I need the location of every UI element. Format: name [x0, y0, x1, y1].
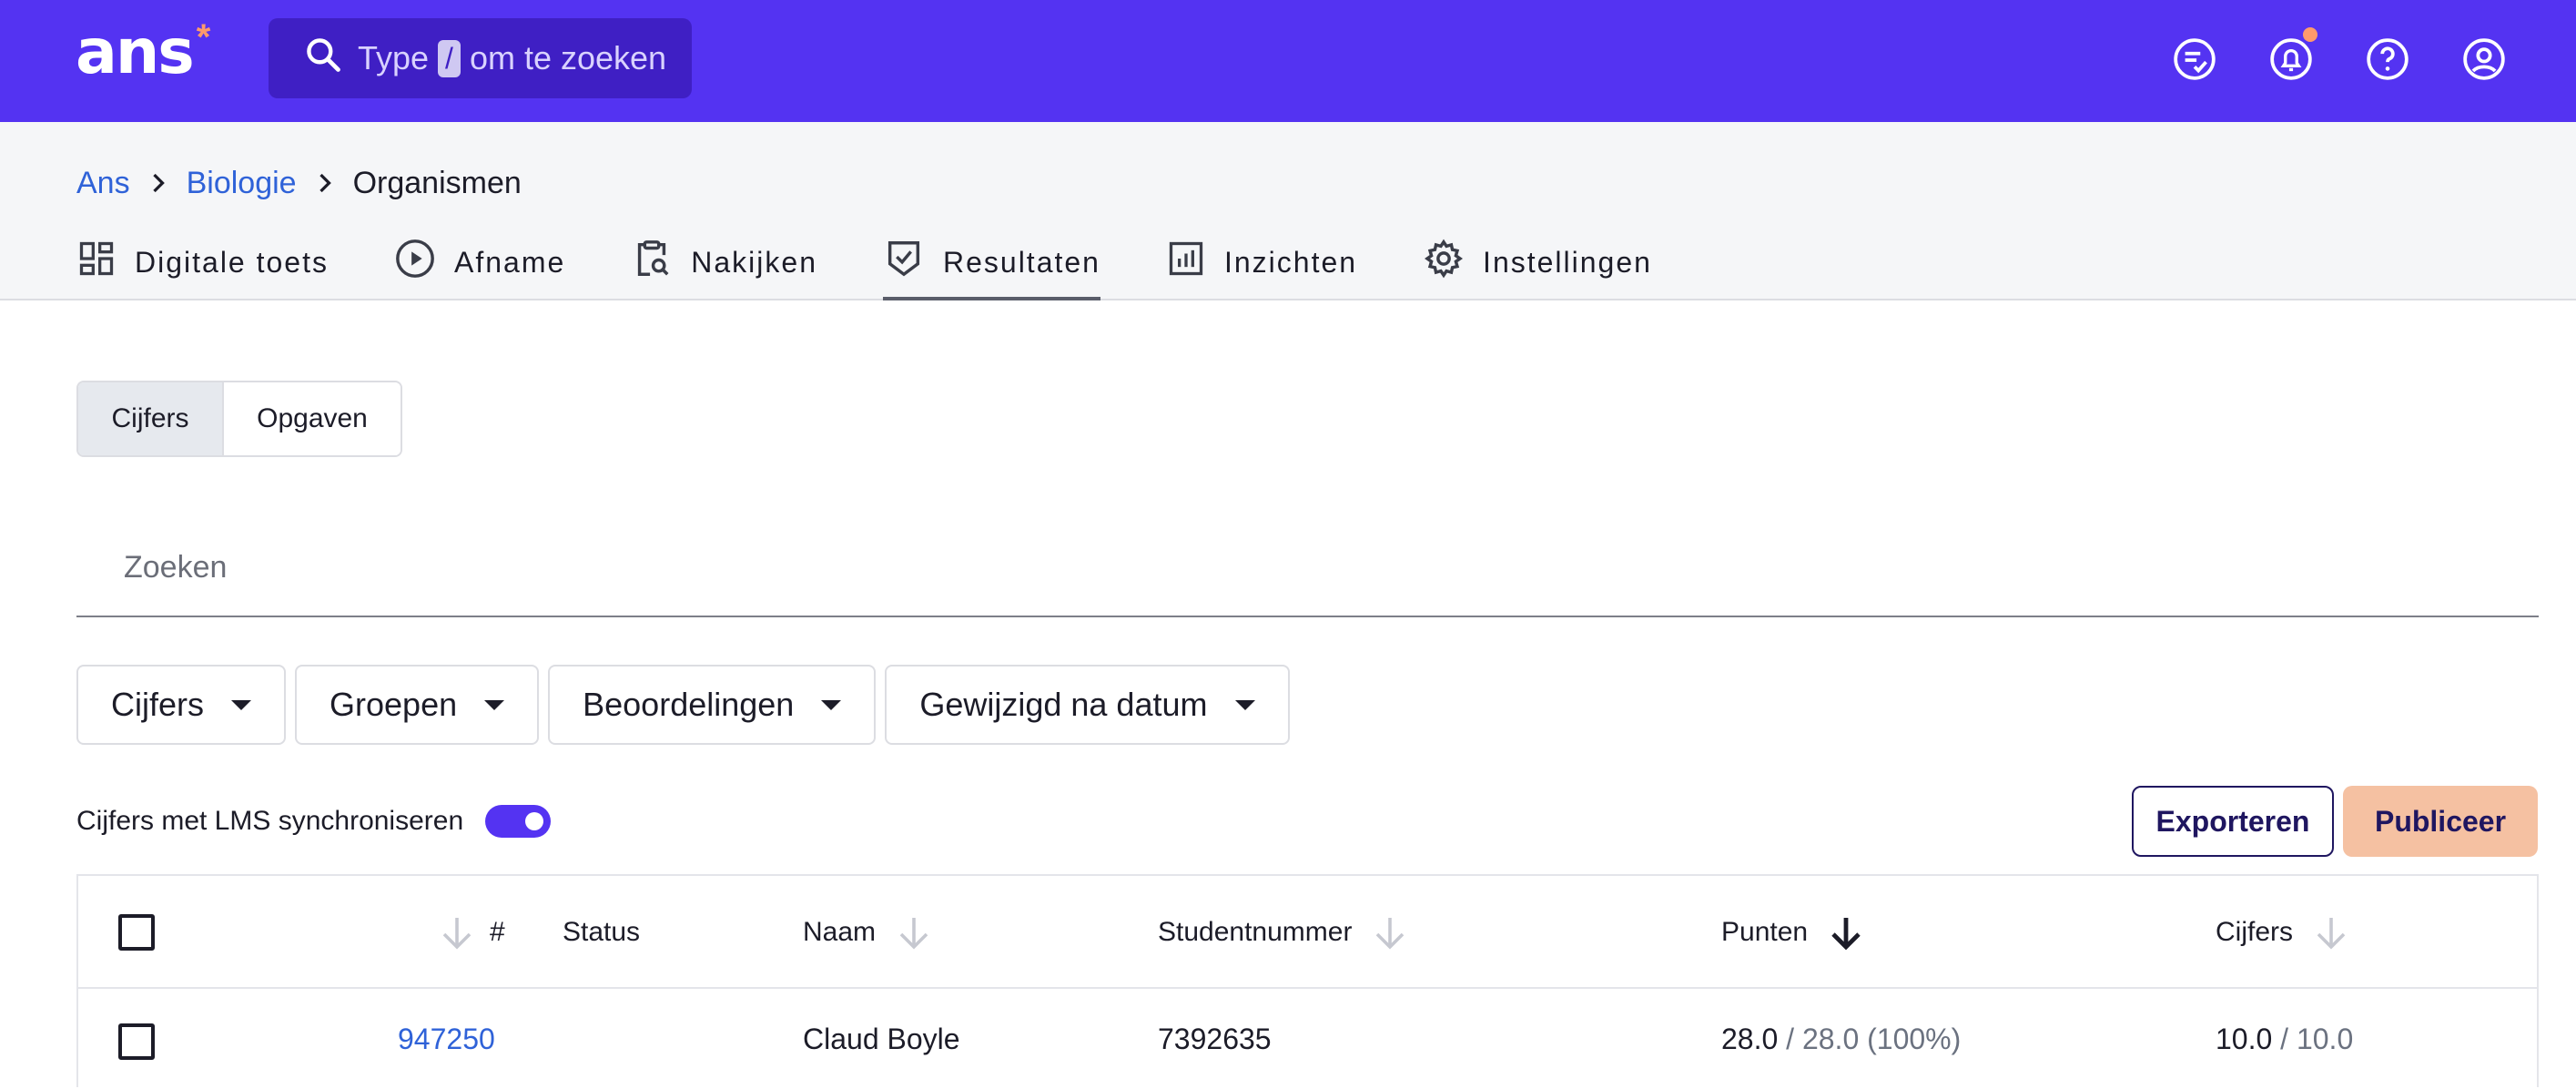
play-icon — [394, 238, 454, 287]
breadcrumb-item-current: Organismen — [352, 165, 522, 200]
lms-sync-label: Cijfers met LMS synchroniseren — [76, 806, 464, 836]
column-label: Cijfers — [2216, 917, 2294, 947]
points-max: / 28.0 (100%) — [1786, 1022, 1962, 1055]
grade-value: 10.0 — [2216, 1022, 2273, 1055]
global-search[interactable]: Type / om te zoeken — [269, 18, 692, 98]
export-button[interactable]: Exporteren — [2132, 786, 2334, 857]
caret-down-icon — [231, 699, 252, 710]
row-grade: 10.0 / 10.0 — [2216, 989, 2353, 1089]
sort-arrow-icon — [1376, 918, 1405, 950]
sort-arrow-icon — [419, 914, 473, 951]
segment-cijfers[interactable]: Cijfers — [78, 382, 224, 455]
search-suffix: om te zoeken — [469, 39, 667, 76]
filter-gewijzigd-na-datum[interactable]: Gewijzigd na datum — [885, 665, 1290, 745]
column-label: Studentnummer — [1158, 917, 1353, 947]
logo-text: ans — [76, 16, 195, 88]
tab-label: Inzichten — [1223, 245, 1358, 279]
bar-chart-icon — [1166, 239, 1224, 286]
chevron-right-icon — [317, 172, 333, 194]
sub-header: Ans Biologie Organismen Digitale toets A… — [0, 122, 2576, 300]
grade-max: / 10.0 — [2280, 1022, 2354, 1055]
caret-down-icon — [1234, 699, 1255, 710]
column-label: Status — [563, 917, 641, 947]
filter-cijfers[interactable]: Cijfers — [76, 665, 287, 745]
column-header-cijfers[interactable]: Cijfers — [2216, 876, 2348, 989]
tab-label: Afname — [453, 245, 566, 279]
tab-instellingen[interactable]: Instellingen — [1423, 224, 1652, 300]
filter-groepen[interactable]: Groepen — [295, 665, 540, 745]
publish-button[interactable]: Publiceer — [2343, 786, 2538, 857]
column-header-punten[interactable]: Punten — [1721, 876, 1862, 989]
search-shortcut-key: / — [438, 39, 461, 77]
column-label: # — [490, 917, 505, 947]
lms-sync-row: Cijfers met LMS synchroniseren — [76, 801, 552, 841]
row-student-number: 7392635 — [1158, 1022, 1272, 1055]
table-header: # Status Naam Studentnummer Punten Cijfe… — [78, 876, 2537, 989]
tab-label: Digitale toets — [135, 245, 329, 279]
help-icon[interactable] — [2356, 27, 2419, 91]
sort-arrow-icon — [2317, 918, 2346, 950]
sort-arrow-active-icon — [1831, 918, 1861, 951]
logo[interactable]: ans * — [76, 16, 210, 89]
filter-label: Cijfers — [111, 686, 205, 723]
row-name: Claud Boyle — [803, 1022, 960, 1055]
row-points: 28.0 / 28.0 (100%) — [1721, 989, 1961, 1089]
tab-label: Resultaten — [942, 245, 1100, 279]
filter-beoordelingen[interactable]: Beoordelingen — [548, 665, 877, 745]
row-checkbox[interactable] — [118, 1023, 155, 1060]
search-icon — [303, 35, 358, 83]
breadcrumb: Ans Biologie Organismen — [76, 160, 522, 206]
tab-inzichten[interactable]: Inzichten — [1166, 224, 1357, 300]
tab-nakijken[interactable]: Nakijken — [631, 224, 817, 300]
chevron-right-icon — [150, 172, 167, 194]
view-segmented-control: Cijfers Opgaven — [76, 381, 402, 457]
breadcrumb-item-biologie[interactable]: Biologie — [187, 166, 297, 201]
account-icon[interactable] — [2452, 27, 2516, 91]
row-id-link[interactable]: 947250 — [398, 989, 495, 1089]
tab-afname[interactable]: Afname — [394, 224, 565, 300]
tab-digitale-toets[interactable]: Digitale toets — [76, 224, 329, 300]
lms-sync-toggle[interactable] — [485, 805, 552, 838]
tab-resultaten[interactable]: Resultaten — [882, 224, 1100, 300]
top-bar: ans * Type / om te zoeken — [0, 0, 2576, 122]
filter-label: Gewijzigd na datum — [919, 686, 1208, 723]
results-table: # Status Naam Studentnummer Punten Cijfe… — [76, 874, 2539, 1087]
dashboard-icon — [76, 239, 135, 286]
segment-opgaven[interactable]: Opgaven — [224, 382, 401, 455]
bell-icon[interactable] — [2259, 27, 2323, 91]
column-header-studentnummer[interactable]: Studentnummer — [1158, 876, 1406, 989]
filter-bar: Cijfers Groepen Beoordelingen Gewijzigd … — [76, 665, 1299, 745]
search-prefix: Type — [358, 39, 430, 76]
student-search-input[interactable]: Zoeken — [76, 519, 2539, 617]
breadcrumb-item-ans[interactable]: Ans — [76, 166, 130, 201]
gear-icon — [1423, 238, 1483, 287]
filter-label: Beoordelingen — [583, 686, 795, 723]
notification-dot — [2303, 27, 2317, 42]
column-header-id[interactable]: # — [419, 876, 505, 989]
points-value: 28.0 — [1721, 1022, 1779, 1055]
clipboard-search-icon — [631, 238, 691, 287]
shield-check-icon — [883, 238, 943, 287]
sort-arrow-icon — [899, 918, 928, 950]
caret-down-icon — [821, 699, 842, 710]
logo-mark: * — [196, 17, 211, 57]
caret-down-icon — [484, 699, 505, 710]
column-header-naam[interactable]: Naam — [803, 876, 930, 989]
column-label: Punten — [1721, 917, 1809, 947]
column-label: Naam — [803, 917, 877, 947]
tab-label: Instellingen — [1483, 245, 1652, 279]
table-row[interactable]: 947250 Claud Boyle 7392635 28.0 / 28.0 (… — [78, 989, 2537, 1089]
tab-bar: Digitale toets Afname Nakijken Resultate… — [76, 224, 1718, 300]
tasks-icon[interactable] — [2163, 27, 2226, 91]
select-all-checkbox[interactable] — [118, 914, 155, 951]
tab-label: Nakijken — [691, 245, 817, 279]
column-header-status: Status — [563, 876, 640, 989]
filter-label: Groepen — [330, 686, 458, 723]
